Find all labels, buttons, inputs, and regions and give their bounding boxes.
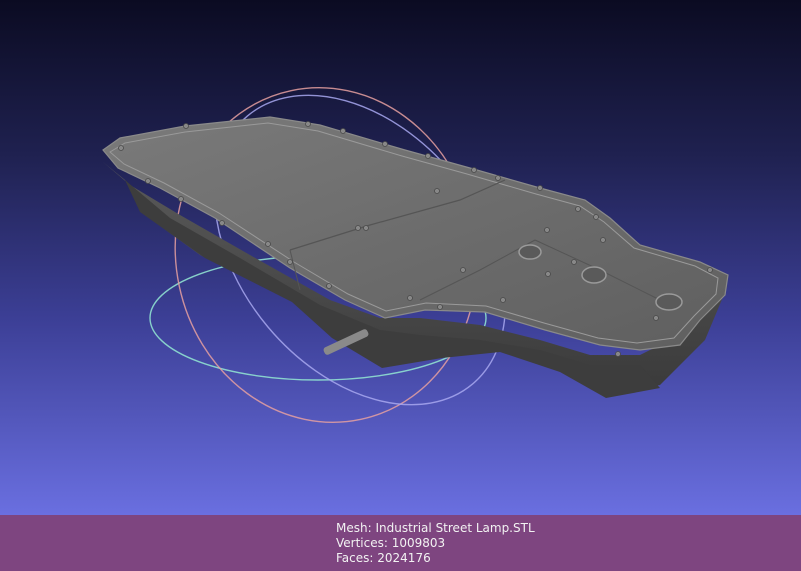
mesh-label: Mesh: [336,521,372,535]
mesh-name-line: Mesh: Industrial Street Lamp.STL [336,521,535,536]
faces-count: 2024176 [377,551,431,565]
faces-line: Faces: 2024176 [336,551,431,566]
faces-label: Faces: [336,551,374,565]
mesh-info-bar: Mesh: Industrial Street Lamp.STL Vertice… [0,515,801,571]
mesh-name: Industrial Street Lamp.STL [375,521,535,535]
3d-viewport[interactable] [0,0,801,515]
vertices-line: Vertices: 1009803 [336,536,445,551]
mesh-render[interactable] [0,0,801,515]
street-lamp-model [102,116,729,398]
vertices-count: 1009803 [391,536,446,550]
vertices-label: Vertices: [336,536,388,550]
